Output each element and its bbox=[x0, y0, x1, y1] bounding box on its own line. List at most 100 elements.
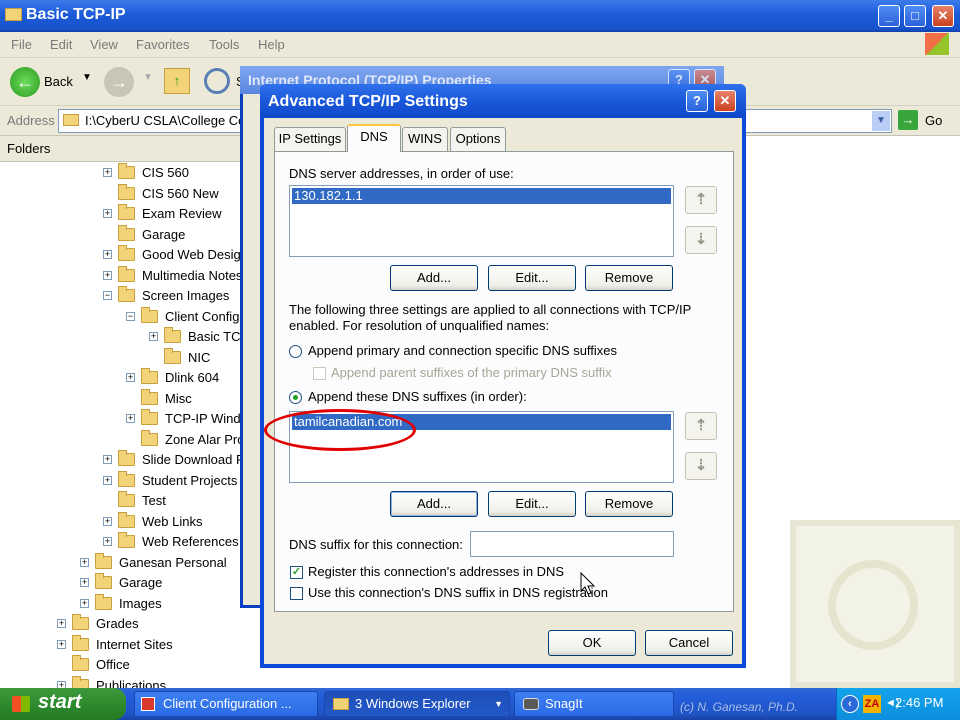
go-button-label[interactable]: Go bbox=[925, 113, 942, 128]
tree-item[interactable]: Zone Alar Pro bbox=[0, 429, 248, 451]
explorer-titlebar[interactable]: Basic TCP-IP _ □ ✕ bbox=[0, 0, 960, 32]
task-client-configuration[interactable]: Client Configuration ... bbox=[134, 691, 318, 717]
expand-toggle-icon[interactable]: + bbox=[126, 373, 135, 382]
radio-append-primary-label[interactable]: Append primary and connection specific D… bbox=[308, 343, 617, 358]
menu-tools[interactable]: Tools bbox=[209, 37, 239, 52]
tree-item[interactable]: + CIS 560 bbox=[0, 163, 248, 184]
expand-toggle-icon[interactable]: + bbox=[57, 639, 66, 649]
tree-item[interactable]: + Internet Sites bbox=[0, 634, 248, 656]
menu-favorites[interactable]: Favorites bbox=[136, 37, 189, 52]
tree-item[interactable]: + Web Links bbox=[0, 511, 248, 533]
advanced-dialog-titlebar[interactable]: Advanced TCP/IP Settings ? ✕ bbox=[260, 84, 746, 118]
dns-servers-list[interactable]: 130.182.1.1 bbox=[289, 185, 674, 257]
expand-toggle-icon[interactable]: − bbox=[103, 291, 112, 300]
task-windows-explorer[interactable]: 3 Windows Explorer ▼ bbox=[324, 691, 510, 717]
tree-item[interactable]: + Web References bbox=[0, 532, 248, 553]
move-up-button[interactable]: ⇡ bbox=[685, 186, 717, 214]
clock[interactable]: 2:46 PM bbox=[895, 695, 943, 710]
expand-toggle-icon[interactable]: − bbox=[126, 311, 135, 321]
tree-item[interactable]: + Good Web Design bbox=[0, 245, 248, 266]
task-snagit[interactable]: SnagIt bbox=[514, 691, 674, 717]
tree-item[interactable]: Office bbox=[0, 655, 248, 676]
expand-toggle-icon[interactable]: + bbox=[103, 516, 112, 526]
menu-view[interactable]: View bbox=[90, 37, 118, 52]
group-dropdown-icon[interactable]: ▼ bbox=[494, 692, 503, 716]
radio-append-primary[interactable] bbox=[289, 345, 302, 358]
remove-suffix-button[interactable]: Remove bbox=[585, 491, 673, 517]
tab-wins[interactable]: WINS bbox=[402, 127, 448, 151]
address-dropdown-icon[interactable]: ▼ bbox=[872, 111, 890, 131]
suffix-connection-input[interactable] bbox=[470, 531, 674, 557]
expand-toggle-icon[interactable]: + bbox=[103, 475, 112, 485]
expand-toggle-icon[interactable]: + bbox=[103, 168, 112, 177]
close-button[interactable]: ✕ bbox=[714, 90, 736, 112]
up-folder-icon[interactable]: ↑ bbox=[164, 68, 190, 94]
tree-item[interactable]: + Slide Download Pe bbox=[0, 450, 248, 471]
tree-item[interactable]: CIS 560 New bbox=[0, 183, 248, 205]
tab-options[interactable]: Options bbox=[450, 127, 506, 151]
expand-toggle-icon[interactable]: + bbox=[126, 414, 135, 423]
add-server-button[interactable]: Add... bbox=[390, 265, 478, 291]
tab-ip-settings[interactable]: IP Settings bbox=[274, 127, 346, 151]
forward-arrow-icon[interactable]: → bbox=[104, 67, 134, 97]
menu-edit[interactable]: Edit bbox=[50, 37, 72, 52]
expand-toggle-icon[interactable]: + bbox=[103, 537, 112, 546]
tree-item[interactable]: + Student Projects bbox=[0, 470, 248, 492]
help-button[interactable]: ? bbox=[686, 90, 708, 112]
expand-toggle-icon[interactable]: + bbox=[57, 619, 66, 628]
minimize-button[interactable]: _ bbox=[878, 5, 900, 27]
radio-append-these[interactable] bbox=[289, 391, 302, 404]
suffix-move-up-button[interactable]: ⇡ bbox=[685, 412, 717, 440]
back-button-label[interactable]: Back bbox=[44, 74, 73, 89]
expand-toggle-icon[interactable]: + bbox=[149, 332, 158, 341]
back-arrow-icon[interactable]: ← bbox=[10, 67, 40, 97]
expand-toggle-icon[interactable]: + bbox=[103, 209, 112, 218]
ok-button[interactable]: OK bbox=[548, 630, 636, 656]
add-suffix-button[interactable]: Add... bbox=[390, 491, 478, 517]
tree-item[interactable]: + Images bbox=[0, 593, 248, 615]
expand-toggle-icon[interactable]: + bbox=[80, 598, 89, 608]
close-button[interactable]: ✕ bbox=[932, 5, 954, 27]
tree-item[interactable]: + Dlink 604 bbox=[0, 368, 248, 389]
expand-toggle-icon[interactable]: + bbox=[103, 270, 112, 280]
list-item[interactable]: 130.182.1.1 bbox=[292, 188, 671, 204]
tree-item[interactable]: − Client Configu bbox=[0, 306, 248, 328]
tree-item[interactable]: + Basic TCP bbox=[0, 327, 248, 348]
menu-help[interactable]: Help bbox=[258, 37, 285, 52]
tree-item[interactable]: NIC bbox=[0, 347, 248, 369]
tree-item[interactable]: + Grades bbox=[0, 614, 248, 635]
search-icon[interactable] bbox=[204, 68, 230, 94]
tree-item[interactable]: + TCP-IP Windo bbox=[0, 409, 248, 430]
menu-file[interactable]: File bbox=[11, 37, 32, 52]
start-button[interactable]: start bbox=[0, 688, 126, 720]
tree-item[interactable]: + Ganesan Personal bbox=[0, 552, 248, 574]
go-arrow-icon[interactable]: → bbox=[898, 110, 918, 130]
tree-item[interactable]: − Screen Images bbox=[0, 286, 248, 307]
tree-item[interactable]: + Multimedia Notes bbox=[0, 265, 248, 287]
maximize-button[interactable]: □ bbox=[904, 5, 926, 27]
tab-dns[interactable]: DNS bbox=[347, 124, 401, 152]
expand-toggle-icon[interactable]: + bbox=[80, 557, 89, 567]
suffix-move-down-button[interactable]: ⇣ bbox=[685, 452, 717, 480]
checkbox-register-label[interactable]: Register this connection's addresses in … bbox=[308, 564, 564, 579]
show-hidden-icons-chevron-icon[interactable]: ‹ bbox=[841, 695, 859, 713]
cancel-button[interactable]: Cancel bbox=[645, 630, 733, 656]
expand-toggle-icon[interactable]: + bbox=[103, 455, 112, 464]
remove-server-button[interactable]: Remove bbox=[585, 265, 673, 291]
tree-item[interactable]: Misc bbox=[0, 388, 248, 410]
move-down-button[interactable]: ⇣ bbox=[685, 226, 717, 254]
expand-toggle-icon[interactable]: + bbox=[80, 578, 89, 587]
tree-item[interactable]: Test bbox=[0, 491, 248, 512]
zonealarm-icon[interactable]: ZA bbox=[863, 695, 881, 713]
tree-item[interactable]: Garage bbox=[0, 224, 248, 246]
checkbox-use-suffix-label[interactable]: Use this connection's DNS suffix in DNS … bbox=[308, 585, 608, 600]
edit-suffix-button[interactable]: Edit... bbox=[488, 491, 576, 517]
forward-dropdown-icon[interactable]: ▼ bbox=[143, 72, 153, 83]
checkbox-register[interactable]: ✓ bbox=[290, 566, 303, 579]
tree-item[interactable]: + Exam Review bbox=[0, 204, 248, 225]
radio-append-these-label[interactable]: Append these DNS suffixes (in order): bbox=[308, 389, 527, 404]
tree-item[interactable]: + Garage bbox=[0, 573, 248, 594]
expand-toggle-icon[interactable]: + bbox=[103, 250, 112, 259]
back-dropdown-icon[interactable]: ▼ bbox=[82, 72, 92, 83]
checkbox-use-suffix[interactable] bbox=[290, 587, 303, 600]
